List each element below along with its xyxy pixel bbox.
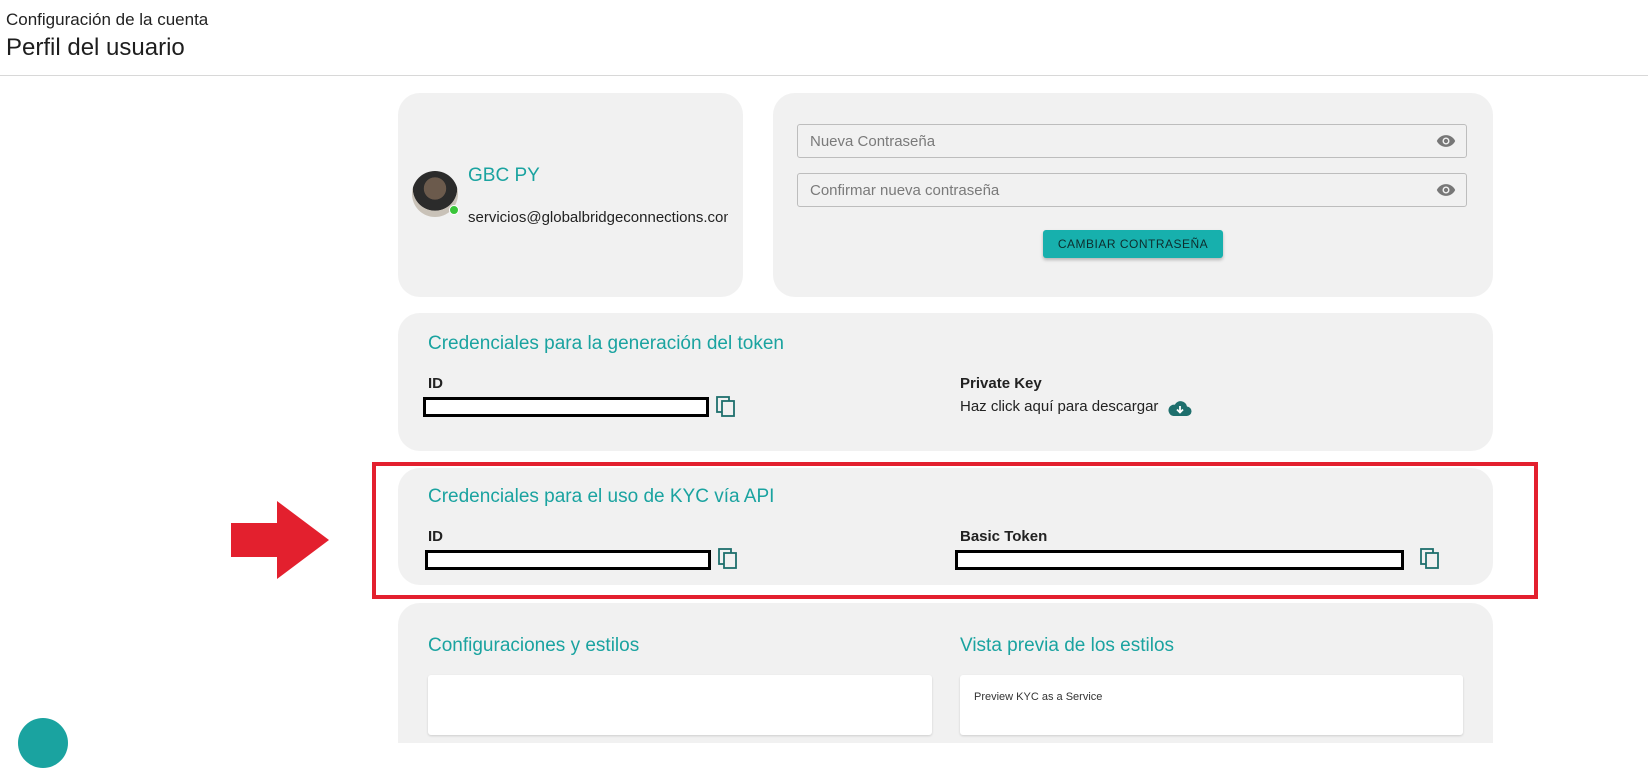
- confirm-password-field: [797, 173, 1467, 207]
- cloud-download-icon[interactable]: [1168, 399, 1192, 417]
- token-id-label: ID: [428, 375, 443, 392]
- preview-text: Preview KYC as a Service: [974, 691, 1103, 703]
- new-password-field: [797, 124, 1467, 158]
- online-status-dot: [449, 205, 459, 215]
- change-password-button[interactable]: CAMBIAR CONTRASEÑA: [1043, 230, 1223, 258]
- config-card: Configuraciones y estilos Vista previa d…: [398, 603, 1493, 743]
- page-subtitle: Configuración de la cuenta: [6, 10, 209, 29]
- profile-card: GBC PY servicios@globalbridgeconnections…: [398, 93, 743, 297]
- highlight-box: [372, 462, 1538, 599]
- style-preview-box: Preview KYC as a Service: [960, 675, 1463, 735]
- copy-icon[interactable]: [716, 396, 736, 418]
- config-title: Configuraciones y estilos: [428, 635, 640, 656]
- page-header: Configuración de la cuenta Perfil del us…: [0, 0, 1648, 76]
- token-credentials-card: Credenciales para la generación del toke…: [398, 313, 1493, 451]
- token-id-value: [423, 397, 709, 417]
- page-title: Perfil del usuario: [6, 34, 185, 61]
- avatar[interactable]: [412, 171, 459, 217]
- user-email: servicios@globalbridgeconnections.com: [468, 209, 728, 226]
- eye-icon[interactable]: [1436, 133, 1456, 149]
- download-private-key-link[interactable]: Haz click aquí para descargar: [960, 398, 1158, 415]
- password-card: CAMBIAR CONTRASEÑA: [773, 93, 1493, 297]
- new-password-input[interactable]: [798, 125, 1430, 157]
- private-key-label: Private Key: [960, 375, 1042, 392]
- config-editor-box[interactable]: [428, 675, 932, 735]
- preview-title: Vista previa de los estilos: [960, 635, 1175, 656]
- user-name: GBC PY: [468, 165, 540, 186]
- arrow-annotation-icon: [231, 501, 329, 579]
- eye-icon[interactable]: [1436, 182, 1456, 198]
- token-credentials-title: Credenciales para la generación del toke…: [428, 333, 784, 354]
- confirm-password-input[interactable]: [798, 174, 1430, 206]
